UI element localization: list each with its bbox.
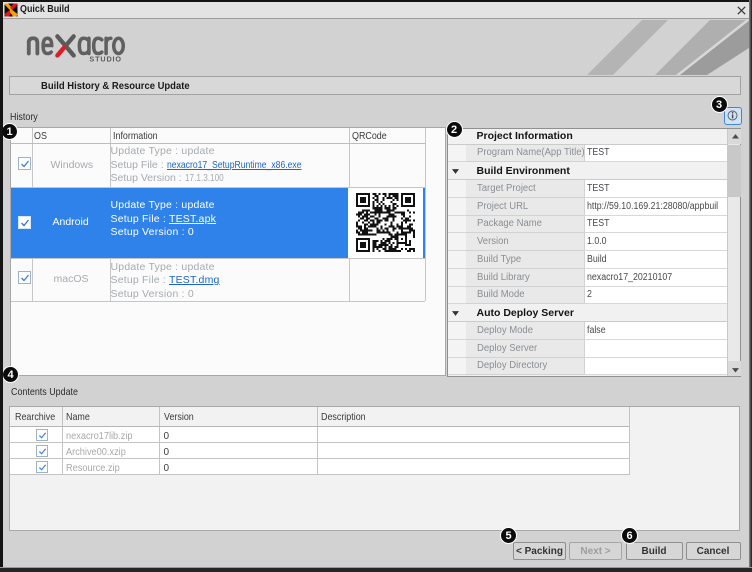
svg-text:STUDIO: STUDIO	[89, 55, 122, 64]
